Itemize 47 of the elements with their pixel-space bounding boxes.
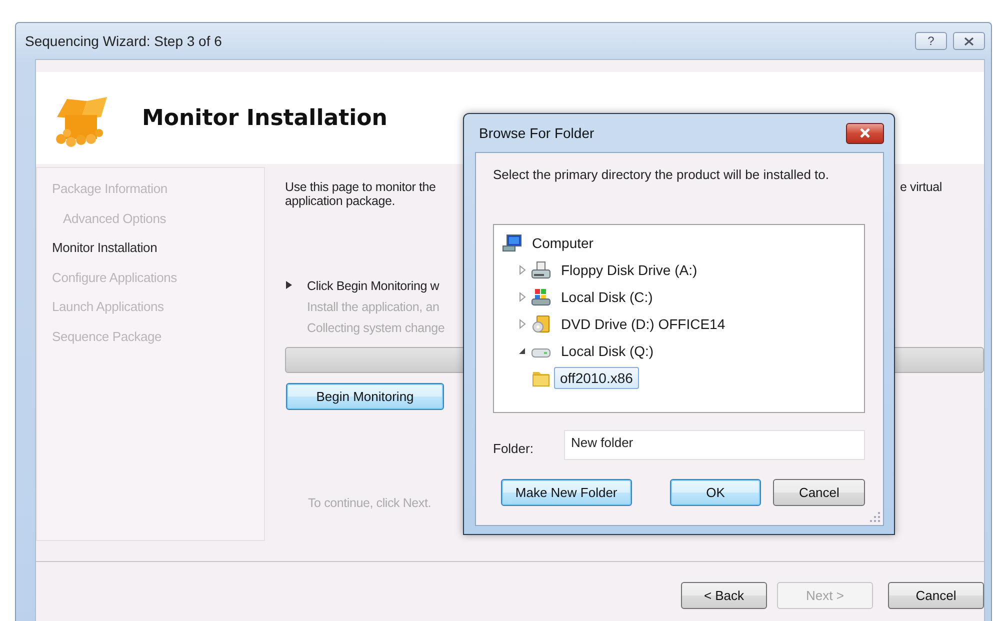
intro-text: Use this page to monitor the [285, 180, 436, 194]
window-title: Sequencing Wizard: Step 3 of 6 [25, 33, 222, 49]
step-item: Launch Applications [52, 299, 165, 316]
begin-monitoring-button[interactable]: Begin Monitoring [286, 383, 444, 410]
cancel-button[interactable]: Cancel [773, 479, 866, 506]
back-button[interactable]: < Back [681, 582, 767, 609]
tree-item[interactable]: off2010.x86 [554, 366, 639, 388]
step-item: Advanced Options [63, 210, 168, 228]
tree-item[interactable]: Local Disk (Q:) [555, 340, 660, 362]
help-button[interactable]: ? [915, 32, 947, 50]
close-icon [964, 36, 974, 46]
resize-grip-icon [870, 512, 880, 522]
close-button[interactable] [953, 32, 985, 50]
drive-icon [531, 348, 551, 358]
drive-icon [531, 260, 551, 278]
computer-icon [502, 234, 522, 252]
step-item: Package Information [52, 181, 168, 198]
step-item: Monitor Installation [52, 240, 158, 257]
drive-icon [531, 288, 551, 306]
bullet-arrow-icon [285, 279, 293, 291]
disc-icon [531, 314, 551, 332]
step-title: Click Begin Monitoring w [307, 279, 440, 293]
make-folder-button[interactable]: Make New Folder [501, 479, 632, 506]
close-button[interactable] [846, 122, 884, 144]
step-item: Configure Applications [52, 270, 178, 287]
ok-button[interactable]: OK [670, 479, 762, 506]
dialog-title: Browse For Folder [478, 125, 594, 141]
collapsed-arrow-icon[interactable] [517, 292, 527, 302]
folder-field[interactable]: New folder [564, 430, 865, 460]
collapsed-arrow-icon[interactable] [517, 318, 527, 328]
continue-hint: To continue, click Next. [308, 496, 432, 510]
cancel-button[interactable]: Cancel [888, 582, 984, 609]
collapsed-arrow-icon[interactable] [517, 264, 527, 274]
intro-text: e virtual [900, 180, 942, 194]
page-title: Monitor Installation [142, 106, 388, 130]
folder-label: Folder: [493, 440, 534, 456]
tree-item[interactable]: Floppy Disk Drive (A:) [555, 258, 704, 280]
step-description: Install the application, an [307, 300, 440, 314]
tree-item[interactable]: DVD Drive (D:) OFFICE14 [555, 312, 732, 334]
dialog-prompt: Select the primary directory the product will be installed to. [493, 167, 830, 182]
step-item: Sequence Package [52, 328, 163, 346]
intro-text: application package. [285, 194, 396, 208]
step-description: Collecting system change [307, 321, 445, 335]
tree-item[interactable]: Local Disk (C:) [555, 286, 659, 308]
close-icon [859, 128, 871, 138]
expanded-arrow-icon[interactable] [517, 346, 527, 356]
tree-item[interactable]: Computer [526, 232, 600, 254]
